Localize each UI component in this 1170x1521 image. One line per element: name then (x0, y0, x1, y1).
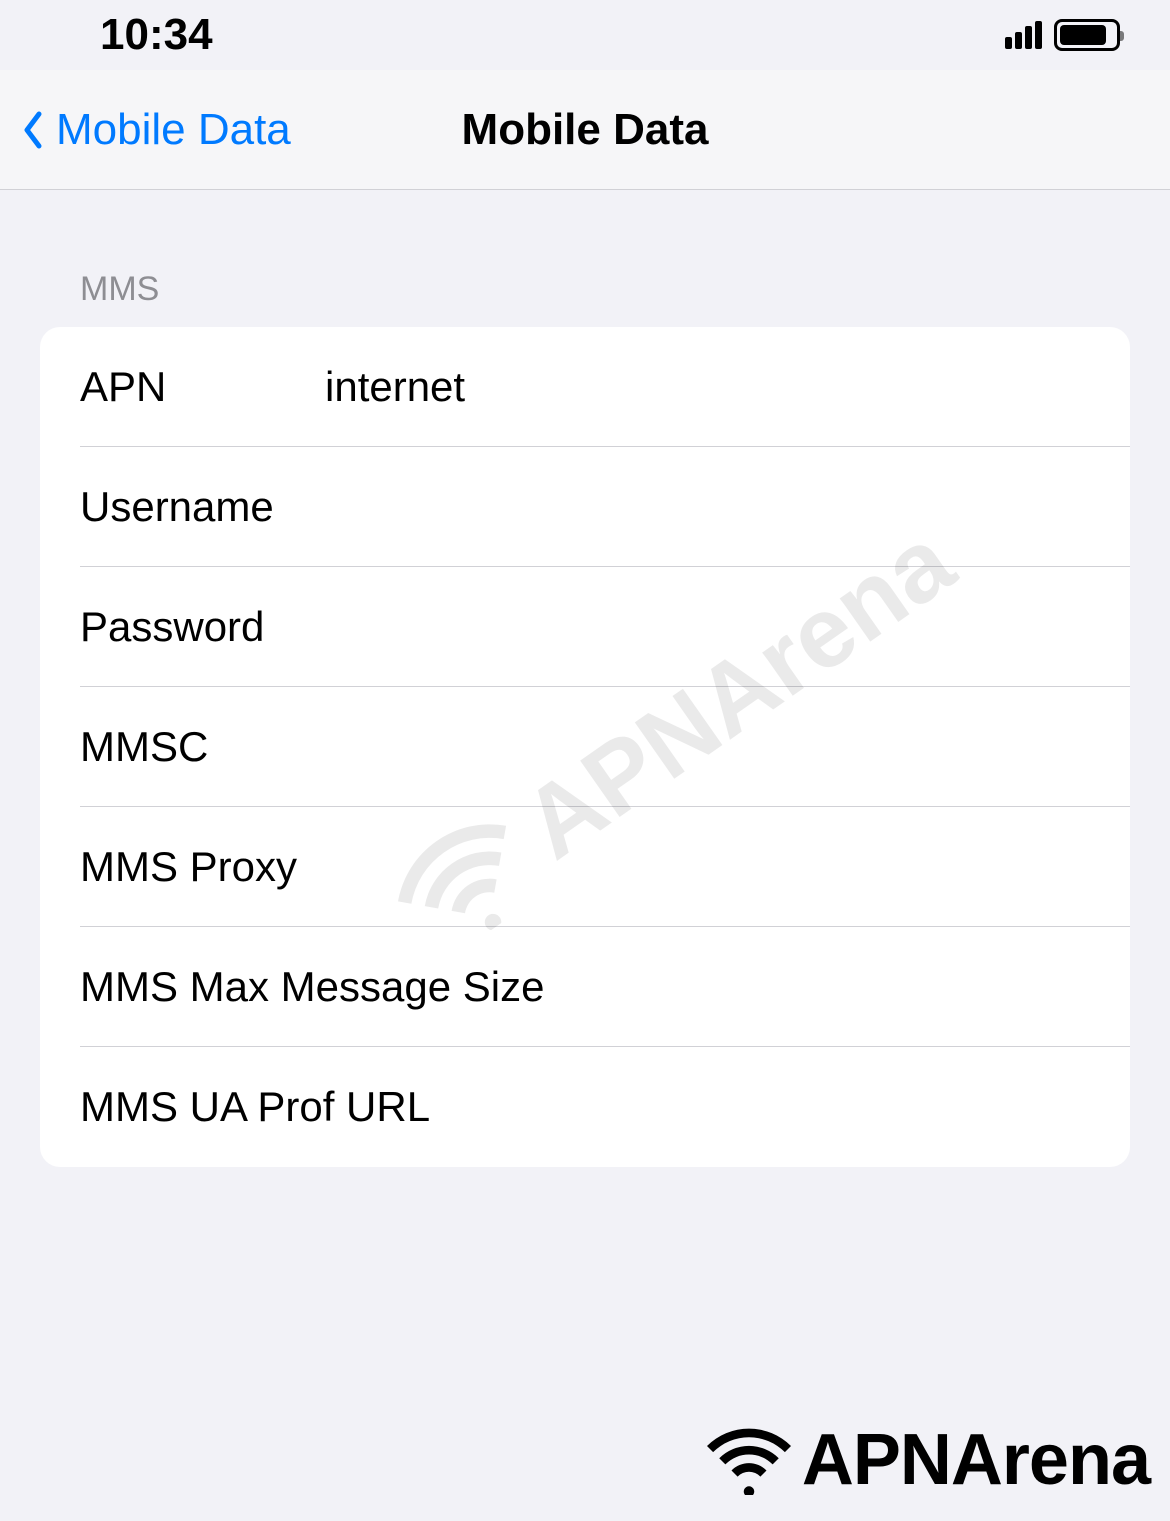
cellular-signal-icon (1005, 21, 1042, 49)
chevron-left-icon (20, 108, 46, 152)
password-input[interactable] (325, 603, 1090, 651)
status-time: 10:34 (100, 10, 213, 60)
mms-max-message-size-label: MMS Max Message Size (80, 963, 544, 1011)
wifi-icon (704, 1425, 794, 1495)
mmsc-label: MMSC (80, 723, 325, 771)
apn-input[interactable] (325, 363, 1090, 411)
mms-ua-prof-url-row[interactable]: MMS UA Prof URL (40, 1047, 1130, 1167)
settings-group: APN Username Password MMSC MMS Proxy MMS… (40, 327, 1130, 1167)
battery-icon (1054, 19, 1120, 51)
username-input[interactable] (325, 483, 1090, 531)
mms-proxy-label: MMS Proxy (80, 843, 297, 891)
content: MMS APN Username Password MMSC MMS Proxy… (0, 190, 1170, 1167)
status-bar: 10:34 (0, 0, 1170, 70)
password-label: Password (80, 603, 325, 651)
page-title: Mobile Data (462, 105, 709, 155)
mmsc-row[interactable]: MMSC (40, 687, 1130, 807)
mms-proxy-input[interactable] (297, 843, 1090, 891)
status-icons (1005, 19, 1120, 51)
mms-ua-prof-url-label: MMS UA Prof URL (80, 1083, 430, 1131)
mms-proxy-row[interactable]: MMS Proxy (40, 807, 1130, 927)
apn-row[interactable]: APN (40, 327, 1130, 447)
mmsc-input[interactable] (325, 723, 1090, 771)
mms-max-message-size-row[interactable]: MMS Max Message Size (40, 927, 1130, 1047)
navigation-bar: Mobile Data Mobile Data (0, 70, 1170, 190)
password-row[interactable]: Password (40, 567, 1130, 687)
username-label: Username (80, 483, 325, 531)
section-header: MMS (40, 270, 1130, 327)
apn-label: APN (80, 363, 325, 411)
watermark-text: APNArena (802, 1419, 1150, 1501)
mms-ua-prof-url-input[interactable] (430, 1083, 1090, 1131)
mms-max-message-size-input[interactable] (544, 963, 1090, 1011)
back-label: Mobile Data (56, 105, 291, 155)
username-row[interactable]: Username (40, 447, 1130, 567)
watermark-bottom: APNArena (704, 1419, 1150, 1501)
back-button[interactable]: Mobile Data (0, 105, 291, 155)
